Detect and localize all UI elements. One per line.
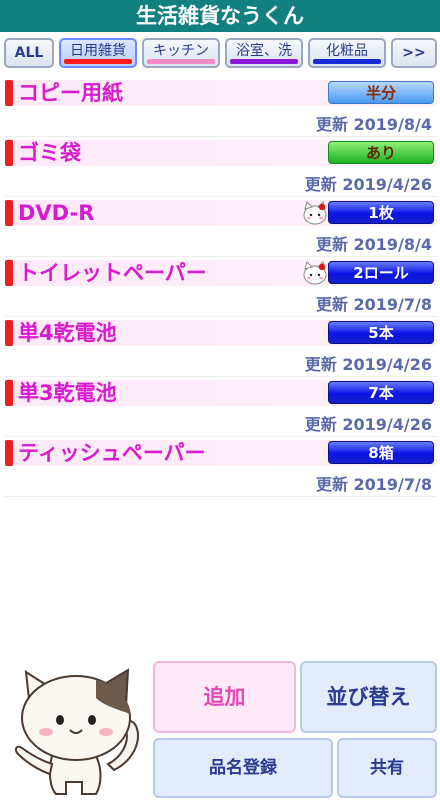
category-marker [5,200,13,226]
divider [5,316,437,317]
item-name: ティッシュペーパー [18,441,206,465]
quantity-badge[interactable]: 2ロール [328,261,434,284]
tab-more[interactable]: >> [391,38,437,68]
updated-date: 更新 2019/7/8 [315,295,432,314]
share-button[interactable]: 共有 [337,738,437,798]
list-item[interactable]: 単4乾電池 5本 更新 2019/4/26 [0,318,440,378]
tab-label: 日用雑貨 [70,43,126,59]
tab-bathroom[interactable]: 浴室、洗 [225,38,303,68]
category-marker [5,260,13,286]
category-marker [5,440,13,466]
category-marker [5,320,13,346]
tab-color-bar [64,59,132,64]
divider [5,256,437,257]
quantity-badge[interactable]: 5本 [328,321,434,344]
cat-face-icon [303,261,327,285]
list-item[interactable]: ティッシュペーパー 8箱 更新 2019/7/8 [0,438,440,498]
list-item[interactable]: ゴミ袋 あり 更新 2019/4/26 [0,138,440,198]
list-item[interactable]: 単3乾電池 7本 更新 2019/4/26 [0,378,440,438]
quantity-badge[interactable]: 半分 [328,81,434,104]
divider [5,136,437,137]
updated-date: 更新 2019/8/4 [315,235,432,254]
tab-label: キッチン [153,43,209,59]
quantity-badge[interactable]: 8箱 [328,441,434,464]
divider [5,376,437,377]
quantity-badge[interactable]: 1枚 [328,201,434,224]
item-name: 単4乾電池 [18,321,117,345]
tab-label: 浴室、洗 [236,43,292,59]
list-item[interactable]: コピー用紙 半分 更新 2019/8/4 [0,78,440,138]
tab-color-bar [147,59,215,64]
item-name: トイレットペーパー [18,261,207,285]
updated-date: 更新 2019/8/4 [315,115,432,134]
quantity-badge[interactable]: 7本 [328,381,434,404]
tab-kitchen[interactable]: キッチン [142,38,220,68]
item-name: 単3乾電池 [18,381,117,405]
cat-mascot-icon [14,668,139,795]
quantity-badge[interactable]: あり [328,141,434,164]
divider [5,496,437,497]
divider [5,196,437,197]
tab-daily-goods[interactable]: 日用雑貨 [59,38,137,68]
register-item-button[interactable]: 品名登録 [153,738,333,798]
updated-date: 更新 2019/4/26 [304,355,432,374]
item-list: コピー用紙 半分 更新 2019/8/4 ゴミ袋 あり 更新 2019/4/26… [0,78,440,498]
updated-date: 更新 2019/4/26 [304,415,432,434]
category-marker [5,80,13,106]
sort-button[interactable]: 並び替え [300,661,437,733]
updated-date: 更新 2019/4/26 [304,175,432,194]
category-tabs: ALL 日用雑貨 キッチン 浴室、洗 化粧品 >> [0,36,440,72]
tab-cosmetics[interactable]: 化粧品 [308,38,386,68]
item-name: DVD-R [18,201,95,225]
tab-color-bar [313,59,381,64]
add-button[interactable]: 追加 [153,661,296,733]
item-name: ゴミ袋 [18,141,81,165]
list-item[interactable]: トイレットペーパー 2ロール 更新 2019/7/8 [0,258,440,318]
item-name: コピー用紙 [18,81,123,105]
category-marker [5,380,13,406]
updated-date: 更新 2019/7/8 [315,475,432,494]
list-item[interactable]: DVD-R 1枚 更新 2019/8/4 [0,198,440,258]
app-title: 生活雑貨なうくん [0,0,440,32]
cat-face-icon [303,201,327,225]
tab-color-bar [230,59,298,64]
divider [5,436,437,437]
tab-label: 化粧品 [326,43,368,59]
tab-all[interactable]: ALL [4,38,54,68]
category-marker [5,140,13,166]
